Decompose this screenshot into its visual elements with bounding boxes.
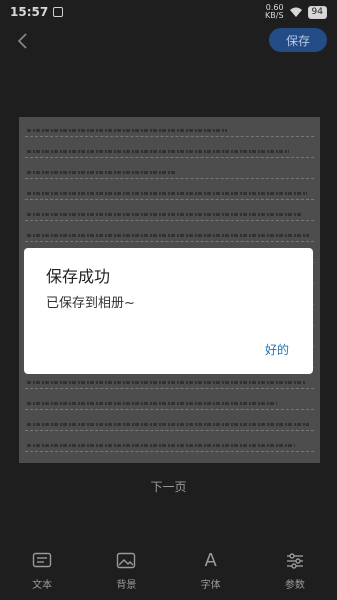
handwriting-stroke [27, 234, 309, 237]
ruled-line [25, 199, 314, 200]
handwriting-stroke [27, 150, 289, 153]
toolbar-label-text: 文本 [32, 580, 53, 591]
toolbar-item-text[interactable]: 文本 [0, 548, 84, 600]
toolbar-label-font: 字体 [200, 580, 221, 591]
ruled-line [25, 220, 314, 221]
toolbar-item-background[interactable]: 背景 [84, 548, 168, 600]
toolbar-item-font[interactable]: A 字体 [169, 548, 253, 600]
dialog-ok-button[interactable]: 好的 [265, 341, 289, 358]
status-time: 15:57 [10, 5, 49, 19]
handwriting-stroke [27, 171, 177, 174]
save-success-dialog: 保存成功 已保存到相册~ 好的 [24, 248, 313, 374]
save-button[interactable]: 保存 [269, 28, 327, 52]
status-left: 15:57 [10, 5, 64, 19]
toolbar-label-background: 背景 [116, 580, 137, 591]
handwriting-stroke [27, 423, 309, 426]
ruled-line [25, 241, 314, 242]
bottom-toolbar: 文本 背景 A 字体 参数 [0, 548, 337, 600]
toolbar-item-params[interactable]: 参数 [253, 548, 337, 600]
dialog-message: 已保存到相册~ [46, 296, 135, 311]
ruled-line [25, 451, 314, 452]
ruled-line [25, 409, 314, 410]
sliders-icon [284, 550, 306, 572]
text-icon [31, 550, 53, 572]
handwriting-stroke [27, 192, 307, 195]
handwriting-stroke [27, 129, 227, 132]
battery-indicator: 94 [307, 5, 327, 19]
font-icon: A [204, 550, 217, 571]
screen: 15:57 0.60 KB/S 94 保存 下一页 保存成功 已保存到相册~ 好… [0, 0, 337, 600]
network-speed: 0.60 KB/S [265, 4, 284, 20]
toolbar-label-params: 参数 [284, 580, 305, 591]
ruled-line [25, 157, 314, 158]
wifi-icon [289, 7, 302, 17]
next-page-button[interactable]: 下一页 [0, 478, 337, 495]
handwriting-stroke [27, 381, 305, 384]
status-bar: 15:57 0.60 KB/S 94 [0, 0, 337, 24]
ruled-line [25, 136, 314, 137]
ruled-line [25, 388, 314, 389]
handwriting-stroke [27, 444, 295, 447]
handwriting-stroke [27, 213, 303, 216]
image-icon [115, 550, 137, 572]
ruled-line [25, 430, 314, 431]
top-nav: 保存 [0, 28, 337, 54]
status-right: 0.60 KB/S 94 [265, 4, 327, 20]
dialog-title: 保存成功 [46, 267, 111, 286]
handwriting-stroke [27, 402, 277, 405]
notification-dot-icon [53, 7, 64, 17]
network-speed-unit: KB/S [265, 11, 284, 20]
ruled-line [25, 178, 314, 179]
back-arrow-icon[interactable] [13, 31, 33, 51]
